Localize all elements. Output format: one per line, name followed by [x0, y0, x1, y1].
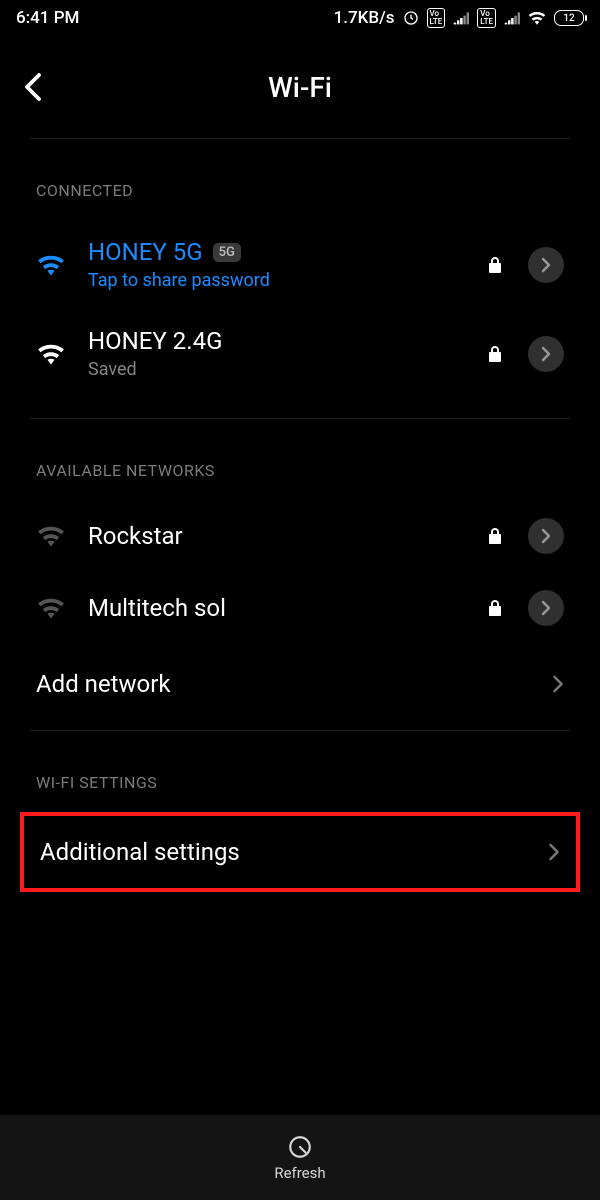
wifi-icon — [36, 525, 66, 547]
5g-badge: 5G — [213, 243, 241, 262]
page-title: Wi-Fi — [0, 71, 600, 104]
lock-icon — [484, 600, 506, 616]
additional-settings-button[interactable]: Additional settings — [24, 816, 576, 888]
wifi-network-connected[interactable]: HONEY 5G 5G Tap to share password — [0, 220, 600, 309]
add-network-button[interactable]: Add network — [0, 644, 600, 724]
status-bar: 6:41 PM 1.7KB/s VoLTE VoLTE 12 — [0, 0, 600, 36]
section-label-available: AVAILABLE NETWORKS — [0, 419, 600, 500]
section-label-connected: CONNECTED — [0, 139, 600, 220]
chevron-right-icon — [552, 674, 564, 694]
wifi-network-available[interactable]: Rockstar — [0, 500, 600, 572]
network-name: HONEY 5G — [88, 238, 203, 266]
status-time: 6:41 PM — [16, 8, 79, 28]
network-details-button[interactable] — [528, 590, 564, 626]
page-header: Wi-Fi — [0, 36, 600, 138]
lock-icon — [484, 346, 506, 362]
network-name: HONEY 2.4G — [88, 327, 462, 355]
network-name: Rockstar — [88, 522, 462, 550]
network-details-button[interactable] — [528, 518, 564, 554]
network-subtitle: Tap to share password — [88, 270, 462, 291]
lock-icon — [484, 257, 506, 273]
section-label-wifi-settings: WI-FI SETTINGS — [0, 731, 600, 812]
wifi-status-icon — [528, 11, 546, 25]
alarm-icon — [403, 10, 419, 26]
network-name: Multitech sol — [88, 594, 462, 622]
highlight-box: Additional settings — [20, 812, 580, 892]
status-data-rate: 1.7KB/s — [334, 8, 395, 28]
network-details-button[interactable] — [528, 336, 564, 372]
network-details-button[interactable] — [528, 247, 564, 283]
volte-badge-1: VoLTE — [427, 8, 446, 28]
wifi-network-saved[interactable]: HONEY 2.4G Saved — [0, 309, 600, 398]
signal-icon-1 — [453, 11, 469, 25]
chevron-right-icon — [548, 842, 560, 862]
back-button[interactable] — [24, 67, 64, 107]
wifi-icon — [36, 597, 66, 619]
network-subtitle: Saved — [88, 359, 462, 380]
wifi-icon — [36, 343, 66, 365]
wifi-network-available[interactable]: Multitech sol — [0, 572, 600, 644]
refresh-button[interactable]: Refresh — [0, 1115, 600, 1200]
volte-badge-2: VoLTE — [477, 8, 496, 28]
signal-icon-2 — [504, 11, 520, 25]
refresh-icon — [287, 1134, 313, 1160]
battery-icon: 12 — [554, 10, 584, 26]
wifi-icon — [36, 254, 66, 276]
lock-icon — [484, 528, 506, 544]
